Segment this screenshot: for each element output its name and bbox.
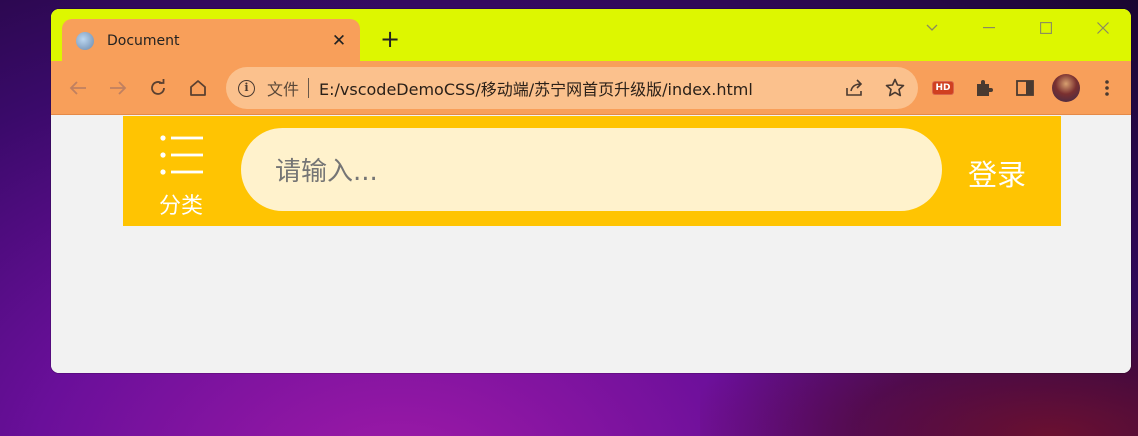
avatar xyxy=(1052,74,1080,102)
menu-button[interactable] xyxy=(1093,74,1121,102)
classify-button[interactable]: 分类 xyxy=(153,134,209,219)
forward-button[interactable] xyxy=(104,74,132,102)
star-icon xyxy=(885,78,905,97)
home-icon xyxy=(190,80,206,96)
address-bar[interactable]: i 文件 E:/vscodeDemoCSS/移动端/苏宁网首页升级版/index… xyxy=(226,67,918,109)
page-header: 分类 请输入... 登录 xyxy=(123,116,1061,226)
close-window-button[interactable] xyxy=(1074,9,1131,47)
address-actions xyxy=(844,77,906,99)
browser-toolbar: i 文件 E:/vscodeDemoCSS/移动端/苏宁网首页升级版/index… xyxy=(51,61,1131,115)
minimize-icon xyxy=(982,27,995,29)
hd-badge: HD xyxy=(932,81,954,95)
hd-extension-button[interactable]: HD xyxy=(929,74,957,102)
browser-tab[interactable]: Document ✕ xyxy=(62,19,360,62)
info-icon[interactable]: i xyxy=(238,79,255,97)
extensions-button[interactable] xyxy=(970,74,998,102)
browser-window: Document ✕ + i 文件 E:/vscodeDemoCSS/移动端/苏… xyxy=(51,9,1131,373)
tab-title: Document xyxy=(107,32,180,49)
arrow-left-icon xyxy=(69,81,86,95)
close-icon xyxy=(1096,22,1109,34)
minimize-button[interactable] xyxy=(960,9,1017,47)
globe-icon xyxy=(76,31,94,50)
maximize-icon xyxy=(1039,22,1052,34)
back-button[interactable] xyxy=(64,74,92,102)
new-tab-button[interactable]: + xyxy=(377,27,403,53)
classify-label: 分类 xyxy=(158,194,203,219)
home-button[interactable] xyxy=(184,74,212,102)
puzzle-icon xyxy=(977,80,993,96)
chevron-down-icon xyxy=(926,24,937,31)
bookmark-button[interactable] xyxy=(884,77,906,99)
address-separator xyxy=(308,78,310,98)
address-url[interactable]: E:/vscodeDemoCSS/移动端/苏宁网首页升级版/index.html xyxy=(319,76,753,100)
window-controls xyxy=(903,9,1131,49)
page-viewport: 分类 请输入... 登录 xyxy=(51,116,1131,373)
tab-search-button[interactable] xyxy=(903,9,960,47)
tab-close-button[interactable]: ✕ xyxy=(328,31,350,51)
side-panel-button[interactable] xyxy=(1011,74,1039,102)
search-input[interactable]: 请输入... xyxy=(241,128,942,211)
share-icon xyxy=(846,79,863,96)
arrow-right-icon xyxy=(110,81,127,95)
login-button[interactable]: 登录 xyxy=(968,152,1026,194)
side-panel-icon xyxy=(1016,80,1034,96)
share-button[interactable] xyxy=(844,77,866,99)
reload-button[interactable] xyxy=(144,74,172,102)
title-bar: Document ✕ + xyxy=(51,9,1131,62)
list-menu-icon xyxy=(160,135,203,175)
extensions-area: HD xyxy=(929,74,1121,102)
more-vertical-icon xyxy=(1105,80,1109,96)
reload-icon xyxy=(151,79,165,95)
address-scheme-label: 文件 xyxy=(267,80,300,99)
maximize-button[interactable] xyxy=(1017,9,1074,47)
profile-button[interactable] xyxy=(1052,74,1080,102)
